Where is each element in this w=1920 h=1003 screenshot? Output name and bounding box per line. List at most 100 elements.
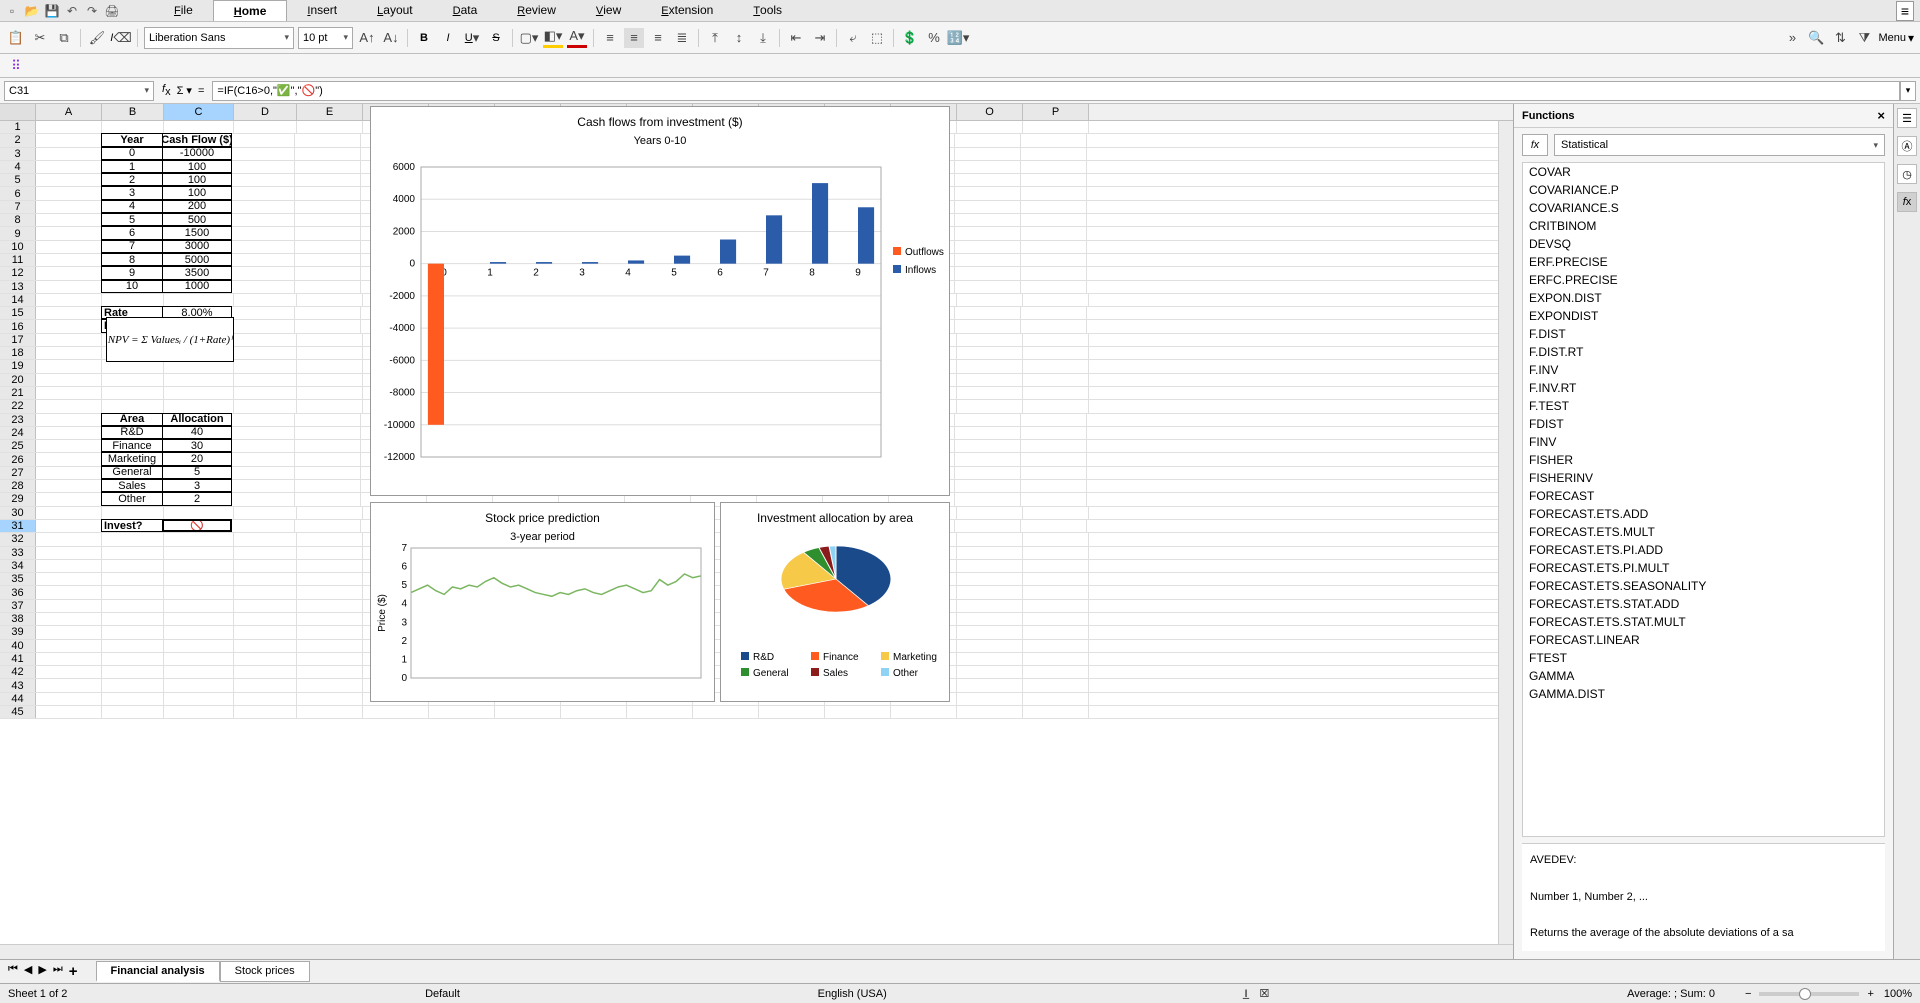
cell[interactable] [295, 414, 361, 426]
zoom-out-icon[interactable]: − [1745, 988, 1751, 1000]
properties-tab-icon[interactable]: ☰ [1897, 108, 1917, 128]
cell[interactable] [363, 706, 429, 718]
function-item[interactable]: EXPON.DIST [1523, 289, 1884, 307]
cell[interactable] [232, 440, 295, 452]
cell[interactable] [36, 520, 102, 532]
cell[interactable]: R&D [101, 426, 163, 439]
cell[interactable] [36, 640, 102, 652]
function-item[interactable]: FORECAST.ETS.PI.ADD [1523, 541, 1884, 559]
row-header[interactable]: 7 [0, 201, 36, 213]
filter-icon[interactable]: ⧩ [1854, 28, 1874, 48]
cell[interactable] [297, 640, 363, 652]
cell[interactable] [234, 600, 297, 612]
find-icon[interactable]: 🔍 [1806, 28, 1826, 48]
cell[interactable] [957, 374, 1023, 386]
horizontal-scrollbar[interactable] [0, 944, 1513, 959]
cell[interactable] [955, 427, 1021, 439]
clear-format-icon[interactable]: I⌫ [111, 28, 131, 48]
equals-icon[interactable]: = [198, 85, 204, 97]
grow-font-icon[interactable]: A↑ [357, 28, 377, 48]
zoom-slider[interactable] [1759, 992, 1859, 996]
cell[interactable] [295, 187, 361, 199]
cell[interactable] [232, 174, 295, 186]
menu-tab-file[interactable]: File [154, 0, 213, 21]
cell[interactable] [295, 161, 361, 173]
cell[interactable] [36, 241, 102, 253]
cell[interactable] [957, 573, 1023, 585]
cell[interactable] [234, 334, 297, 346]
row-header[interactable]: 40 [0, 640, 36, 652]
cell[interactable] [36, 427, 102, 439]
cell[interactable]: Year [101, 133, 163, 146]
cell[interactable]: 8 [101, 253, 163, 266]
cell[interactable] [1023, 533, 1089, 545]
menu-tab-review[interactable]: Review [497, 0, 576, 21]
cell[interactable] [295, 307, 361, 319]
cell[interactable] [36, 201, 102, 213]
selection-mode-icon[interactable]: ☒ [1260, 987, 1270, 1000]
cell[interactable]: 3500 [162, 266, 232, 279]
extension-icon[interactable]: ⠿ [6, 56, 26, 76]
cell[interactable] [36, 161, 102, 173]
cell[interactable] [102, 121, 164, 133]
row-header[interactable]: 21 [0, 387, 36, 399]
cell[interactable] [164, 640, 234, 652]
cell[interactable] [955, 241, 1021, 253]
function-item[interactable]: FISHER [1523, 451, 1884, 469]
cell[interactable] [36, 666, 102, 678]
cell[interactable] [297, 374, 363, 386]
cell[interactable] [955, 134, 1021, 146]
redo-icon[interactable]: ↷ [84, 3, 100, 19]
cell[interactable] [1023, 560, 1089, 572]
cell[interactable] [955, 174, 1021, 186]
cell[interactable] [36, 214, 102, 226]
clone-format-icon[interactable]: 🖌 [87, 28, 107, 48]
col-header[interactable]: P [1023, 104, 1089, 120]
cell[interactable] [234, 586, 297, 598]
cell[interactable] [1023, 294, 1089, 306]
cell[interactable] [957, 653, 1023, 665]
row-header[interactable]: 31 [0, 520, 36, 532]
cell[interactable] [234, 387, 297, 399]
cell[interactable] [955, 227, 1021, 239]
cell[interactable] [957, 121, 1023, 133]
cell[interactable]: 100 [162, 186, 232, 199]
cell[interactable] [102, 653, 164, 665]
cell[interactable] [1023, 613, 1089, 625]
cell[interactable] [164, 533, 234, 545]
cell[interactable] [295, 214, 361, 226]
cell[interactable] [295, 174, 361, 186]
bold-icon[interactable]: B [414, 28, 434, 48]
function-item[interactable]: FTEST [1523, 649, 1884, 667]
cell[interactable] [234, 507, 297, 519]
page-style[interactable]: Default [425, 988, 460, 1000]
cell[interactable] [234, 121, 297, 133]
cell[interactable] [102, 573, 164, 585]
cell[interactable] [1023, 573, 1089, 585]
cell[interactable] [957, 347, 1023, 359]
vertical-scrollbar[interactable] [1498, 121, 1513, 944]
gallery-tab-icon[interactable]: ◷ [1897, 164, 1917, 184]
cell[interactable] [36, 227, 102, 239]
cell[interactable] [102, 387, 164, 399]
cell[interactable] [1023, 121, 1089, 133]
function-item[interactable]: GAMMA.DIST [1523, 685, 1884, 703]
menu-tab-layout[interactable]: Layout [357, 0, 432, 21]
cell[interactable] [561, 706, 627, 718]
row-header[interactable]: 17 [0, 334, 36, 346]
row-header[interactable]: 36 [0, 586, 36, 598]
cell[interactable]: 5 [101, 213, 163, 226]
row-header[interactable]: 3 [0, 148, 36, 160]
cell[interactable] [36, 586, 102, 598]
cell[interactable] [102, 560, 164, 572]
row-header[interactable]: 45 [0, 706, 36, 718]
cell[interactable] [232, 214, 295, 226]
wrap-icon[interactable]: ⤶ [843, 28, 863, 48]
cell[interactable]: 3 [101, 186, 163, 199]
cell[interactable] [164, 679, 234, 691]
align-justify-icon[interactable]: ≣ [672, 28, 692, 48]
row-header[interactable]: 2 [0, 134, 36, 146]
functions-tab-icon[interactable]: fx [1897, 192, 1917, 212]
row-header[interactable]: 35 [0, 573, 36, 585]
col-header[interactable]: C [164, 104, 234, 120]
